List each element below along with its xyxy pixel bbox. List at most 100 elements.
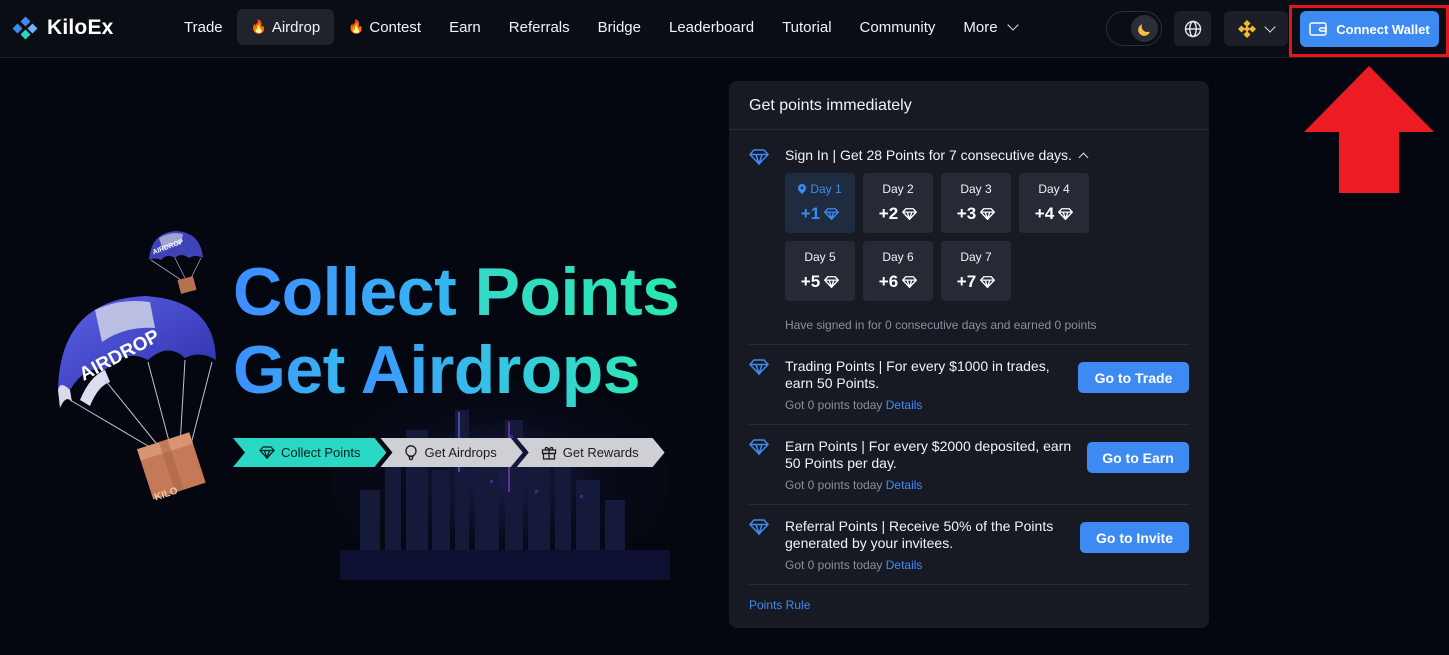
diamond-icon xyxy=(1058,208,1074,220)
nav-item-referrals[interactable]: Referrals xyxy=(495,9,584,45)
nav-item-community[interactable]: Community xyxy=(846,9,950,45)
nav-item-label: Leaderboard xyxy=(668,18,755,36)
chevron-up-icon[interactable] xyxy=(1078,152,1089,162)
logo[interactable]: KiloEx xyxy=(12,16,114,40)
referral-points-status: Got 0 points today Details xyxy=(785,558,922,572)
day-points: +4 xyxy=(1034,204,1055,223)
day-card-7[interactable]: Day 7 +7 xyxy=(941,241,1011,301)
day-label: Day 7 xyxy=(960,250,992,264)
nav-item-contest[interactable]: 🔥 Contest xyxy=(334,9,435,45)
diamond-icon xyxy=(824,208,840,220)
nav-item-label: Airdrop xyxy=(271,18,321,36)
ribbon-collect-points: Collect Points xyxy=(233,438,386,467)
day-points: +3 xyxy=(956,204,977,223)
day-card-4[interactable]: Day 4 +4 xyxy=(1019,173,1089,233)
diamond-icon xyxy=(749,359,769,375)
headline-word: Points xyxy=(474,254,680,330)
diamond-icon xyxy=(980,208,996,220)
headline-line-2: Get Airdrops xyxy=(233,331,679,409)
go-to-invite-button[interactable]: Go to Invite xyxy=(1080,522,1189,553)
ribbon-get-airdrops: Get Airdrops xyxy=(380,438,522,467)
diamond-icon xyxy=(749,149,769,165)
day-points: +7 xyxy=(956,272,977,291)
ribbon-label: Get Rewards xyxy=(562,445,639,460)
nav-item-label: Tutorial xyxy=(782,18,832,36)
globe-icon xyxy=(1184,20,1201,37)
location-pin-icon xyxy=(798,184,807,194)
headline-line-1: Collect Points xyxy=(233,253,680,331)
language-button[interactable] xyxy=(1174,11,1211,46)
referral-points-text: Referral Points | Receive 50% of the Poi… xyxy=(785,518,1054,551)
earn-points-status: Got 0 points today Details xyxy=(785,478,922,492)
sign-in-days: Day 1 +1 Day 2 +2 Day 3 +3 Day 4 +4 Day … xyxy=(785,173,1095,301)
diamond-icon xyxy=(902,276,918,288)
flame-icon: 🔥 xyxy=(250,19,267,34)
nav-menu: Trade 🔥 Airdrop 🔥 Contest Earn Referrals B… xyxy=(170,9,1031,45)
diamond-icon xyxy=(980,276,996,288)
status-text: Got 0 points today xyxy=(785,558,883,572)
nav-item-more[interactable]: More xyxy=(949,9,1030,45)
day-card-3[interactable]: Day 3 +3 xyxy=(941,173,1011,233)
details-link[interactable]: Details xyxy=(886,558,923,572)
headline-word: Get xyxy=(233,332,345,408)
details-link[interactable]: Details xyxy=(886,478,923,492)
hero-ribbons: Collect Points Get Airdrops Get Rewards xyxy=(233,438,659,467)
hero-headline: Collect Points Get Airdrops xyxy=(233,253,680,409)
day-label: Day 1 xyxy=(810,182,842,196)
details-link[interactable]: Details xyxy=(886,398,923,412)
diamond-icon xyxy=(902,208,918,220)
day-points: +5 xyxy=(800,272,821,291)
day-card-1[interactable]: Day 1 +1 xyxy=(785,173,855,233)
airdrop-parachute-illustration: AIRDROP KILO xyxy=(58,296,216,503)
moon-icon xyxy=(1137,23,1150,36)
divider xyxy=(729,129,1209,130)
theme-toggle[interactable] xyxy=(1106,11,1162,46)
day-points: +6 xyxy=(878,272,899,291)
chevron-down-icon xyxy=(1264,20,1276,33)
status-text: Got 0 points today xyxy=(785,398,883,412)
day-points: +2 xyxy=(878,204,899,223)
go-to-trade-button[interactable]: Go to Trade xyxy=(1078,362,1189,393)
diamond-icon xyxy=(824,276,840,288)
sign-in-title[interactable]: Sign In | Get 28 Points for 7 consecutiv… xyxy=(785,147,1089,163)
flame-icon: 🔥 xyxy=(348,19,365,34)
points-rule-link[interactable]: Points Rule xyxy=(749,598,810,612)
day-card-6[interactable]: Day 6 +6 xyxy=(863,241,933,301)
earn-points-text: Earn Points | For every $2000 deposited,… xyxy=(785,438,1072,471)
nav-item-tutorial[interactable]: Tutorial xyxy=(768,9,845,45)
nav-item-earn[interactable]: Earn xyxy=(435,9,495,45)
nav-item-label: Earn xyxy=(449,18,481,36)
ribbon-get-rewards: Get Rewards xyxy=(517,438,665,467)
day-card-2[interactable]: Day 2 +2 xyxy=(863,173,933,233)
diamond-icon xyxy=(749,519,769,535)
connect-wallet-label: Connect Wallet xyxy=(1336,21,1430,37)
sign-in-status: Have signed in for 0 consecutive days an… xyxy=(785,318,1097,332)
network-selector[interactable] xyxy=(1224,11,1288,46)
trading-points-status: Got 0 points today Details xyxy=(785,398,922,412)
divider xyxy=(749,344,1189,345)
nav-item-trade[interactable]: Trade xyxy=(170,9,237,45)
nav-item-airdrop[interactable]: 🔥 Airdrop xyxy=(236,9,335,45)
wallet-icon xyxy=(1309,22,1328,36)
day-card-5[interactable]: Day 5 +5 xyxy=(785,241,855,301)
divider xyxy=(749,424,1189,425)
app-name: KiloEx xyxy=(47,16,114,39)
headline-word: Collect xyxy=(233,254,457,330)
kiloex-logo-icon xyxy=(12,16,38,40)
sign-in-title-text: Sign In | Get 28 Points for 7 consecutiv… xyxy=(785,147,1072,163)
day-label: Day 3 xyxy=(960,182,992,196)
diamond-icon xyxy=(259,446,275,459)
connect-wallet-button[interactable]: Connect Wallet xyxy=(1300,11,1439,47)
go-to-earn-button[interactable]: Go to Earn xyxy=(1087,442,1189,473)
day-label: Day 5 xyxy=(804,250,836,264)
headline-word: Airdrops xyxy=(360,332,641,408)
balloon-icon xyxy=(404,445,418,461)
nav-item-bridge[interactable]: Bridge xyxy=(584,9,655,45)
top-nav: KiloEx Trade 🔥 Airdrop 🔥 Contest Earn Refe… xyxy=(0,0,1449,58)
nav-item-label: Trade xyxy=(184,18,223,36)
bnb-chain-icon xyxy=(1238,19,1256,38)
nav-item-leaderboard[interactable]: Leaderboard xyxy=(655,9,768,45)
theme-knob xyxy=(1131,15,1158,42)
diamond-icon xyxy=(749,439,769,455)
day-label: Day 6 xyxy=(882,250,914,264)
